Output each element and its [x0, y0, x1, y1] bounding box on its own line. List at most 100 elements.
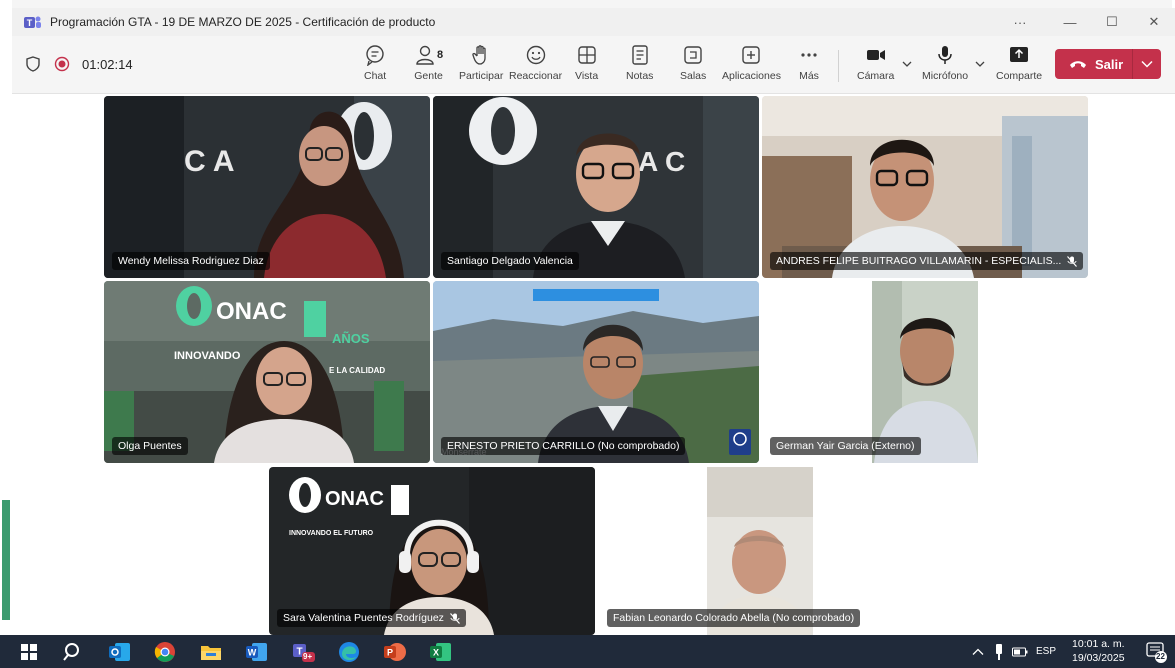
more-options-button[interactable]: ···	[999, 8, 1041, 36]
meeting-timer: 01:02:14	[82, 56, 133, 72]
camera-options-chevron-icon[interactable]	[902, 60, 912, 68]
participant-name: ANDRES FELIPE BUITRAGO VILLAMARIN - ESPE…	[776, 255, 1062, 267]
onac-wordmark: ONAC	[216, 298, 287, 325]
participant-name: Olga Puentes	[118, 440, 182, 452]
camera-label: Cámara	[857, 70, 895, 82]
grid-view-icon	[577, 46, 596, 64]
outlook-icon	[109, 643, 130, 661]
participant-tile[interactable]: C A Wendy Melissa Rodriguez Diaz	[104, 96, 430, 278]
participant-name: Wendy Melissa Rodriguez Diaz	[118, 255, 264, 267]
svg-text:W: W	[248, 648, 257, 658]
video-feed-ernesto: Monserrate	[433, 281, 759, 463]
people-count: 8	[437, 49, 444, 61]
raise-hand-button[interactable]: Participar	[459, 44, 503, 88]
teams-taskbar-button[interactable]: T 9+	[290, 639, 316, 665]
innovando-future-text: INNOVANDO EL FUTURO	[289, 530, 374, 537]
chevron-down-icon	[1141, 60, 1153, 68]
svg-text:T: T	[296, 647, 302, 658]
participant-name: Fabian Leonardo Colorado Abella (No comp…	[613, 612, 855, 624]
apps-label: Aplicaciones	[722, 70, 781, 82]
participant-tile[interactable]: Fabian Leonardo Colorado Abella (No comp…	[599, 467, 925, 635]
more-button[interactable]: Más	[798, 44, 820, 88]
calidad-text: E LA CALIDAD	[329, 366, 385, 375]
participant-name: Santiago Delgado Valencia	[447, 255, 573, 267]
start-button[interactable]	[16, 639, 42, 665]
years-mark: AÑOS	[332, 331, 370, 346]
close-window-button[interactable]: ✕	[1133, 8, 1175, 36]
battery-icon[interactable]	[1012, 647, 1028, 657]
windows-logo-icon	[21, 644, 37, 660]
participant-tile[interactable]: A C Santiago Delgado Valencia	[433, 96, 759, 278]
leave-button[interactable]: Salir	[1055, 49, 1161, 79]
edge-taskbar-button[interactable]	[336, 639, 362, 665]
notification-count: 22	[1156, 652, 1165, 661]
participant-name-tag: German Yair Garcia (Externo)	[770, 437, 921, 455]
mic-options-chevron-icon[interactable]	[975, 60, 985, 68]
svg-text:T: T	[27, 18, 33, 28]
language-indicator[interactable]: ESP	[1036, 646, 1056, 657]
video-feed-german	[762, 281, 1088, 463]
participant-name-tag: Santiago Delgado Valencia	[441, 252, 579, 270]
participant-name-tag: Fabian Leonardo Colorado Abella (No comp…	[607, 609, 861, 627]
tray-chevron-up-icon[interactable]	[972, 648, 984, 656]
participant-tile[interactable]: ONAC INNOVANDO EL FUTURO Sara Valentina …	[269, 467, 595, 635]
recording-icon	[54, 56, 70, 72]
file-explorer-taskbar-button[interactable]	[198, 639, 224, 665]
banner-strip	[533, 289, 659, 301]
microphone-icon	[938, 46, 952, 64]
people-button[interactable]: 8 Gente	[414, 44, 443, 88]
shield-icon[interactable]	[26, 56, 40, 72]
word-taskbar-button[interactable]: W	[244, 639, 270, 665]
video-feed-wendy: C A	[104, 96, 430, 278]
leave-label: Salir	[1095, 56, 1124, 72]
maximize-button[interactable]: ☐	[1091, 8, 1133, 36]
participant-name-tag: Sara Valentina Puentes Rodríguez	[277, 609, 466, 627]
word-icon: W	[246, 643, 267, 661]
view-button[interactable]: Vista	[575, 44, 598, 88]
outlook-taskbar-button[interactable]	[107, 639, 133, 665]
more-label: Más	[799, 70, 819, 82]
notes-icon	[632, 45, 648, 65]
react-button[interactable]: Reaccionar	[509, 44, 562, 88]
share-label: Comparte	[996, 70, 1043, 82]
notes-button[interactable]: Notas	[626, 44, 653, 88]
taskbar-clock[interactable]: 10:01 a. m. 19/03/2025	[1072, 637, 1125, 665]
minimize-button[interactable]: —	[1049, 8, 1091, 36]
video-feed-andres	[762, 96, 1088, 278]
breakout-rooms-button[interactable]: Salas	[680, 44, 706, 88]
system-tray: ESP	[972, 635, 1056, 668]
people-label: Gente	[414, 70, 443, 82]
hand-icon	[472, 45, 486, 65]
leave-options-button[interactable]	[1133, 60, 1161, 68]
participant-name-tag: ERNESTO PRIETO CARRILLO (No comprobado)	[441, 437, 686, 455]
participant-name-tag: Olga Puentes	[112, 437, 188, 455]
teams-meeting-window: T Programación GTA - 19 DE MARZO DE 2025…	[0, 0, 1175, 668]
participant-name-tag: Wendy Melissa Rodriguez Diaz	[112, 252, 270, 270]
excel-taskbar-button[interactable]: X	[428, 639, 454, 665]
meeting-toolbar: 01:02:14 Chat 8 Gente Participar Reaccio…	[12, 36, 1175, 94]
svg-text:C A: C A	[184, 145, 235, 178]
tray-usb-icon[interactable]	[994, 643, 1004, 660]
edge-icon	[339, 642, 359, 662]
participant-name: ERNESTO PRIETO CARRILLO (No comprobado)	[447, 440, 680, 452]
react-label: Reaccionar	[509, 70, 563, 82]
participant-tile[interactable]: German Yair Garcia (Externo)	[762, 281, 1088, 463]
teams-logo-icon: T	[24, 16, 41, 28]
microphone-button[interactable]: Micrófono	[922, 44, 968, 88]
search-button[interactable]	[60, 639, 86, 665]
chrome-taskbar-button[interactable]	[152, 639, 178, 665]
notification-center-button[interactable]: 22	[1145, 641, 1167, 663]
participant-tile[interactable]: ONAC AÑOS INNOVANDO E LA CALIDAD Olga Pu…	[104, 281, 430, 463]
hang-up-icon	[1070, 61, 1086, 68]
title-bar: T Programación GTA - 19 DE MARZO DE 2025…	[12, 8, 1175, 36]
powerpoint-taskbar-button[interactable]: P	[382, 639, 408, 665]
camera-button[interactable]: Cámara	[857, 44, 894, 88]
participant-tile[interactable]: Monserrate ERNESTO PRIETO CARRILLO (No c…	[433, 281, 759, 463]
share-button[interactable]: Comparte	[996, 44, 1042, 88]
clock-time: 10:01 a. m.	[1072, 638, 1125, 650]
participant-tile[interactable]: ANDRES FELIPE BUITRAGO VILLAMARIN - ESPE…	[762, 96, 1088, 278]
chat-button[interactable]: Chat	[364, 44, 386, 88]
apps-button[interactable]: Aplicaciones	[722, 44, 781, 88]
onac-wordmark: ONAC	[325, 488, 384, 510]
people-icon	[416, 45, 434, 65]
